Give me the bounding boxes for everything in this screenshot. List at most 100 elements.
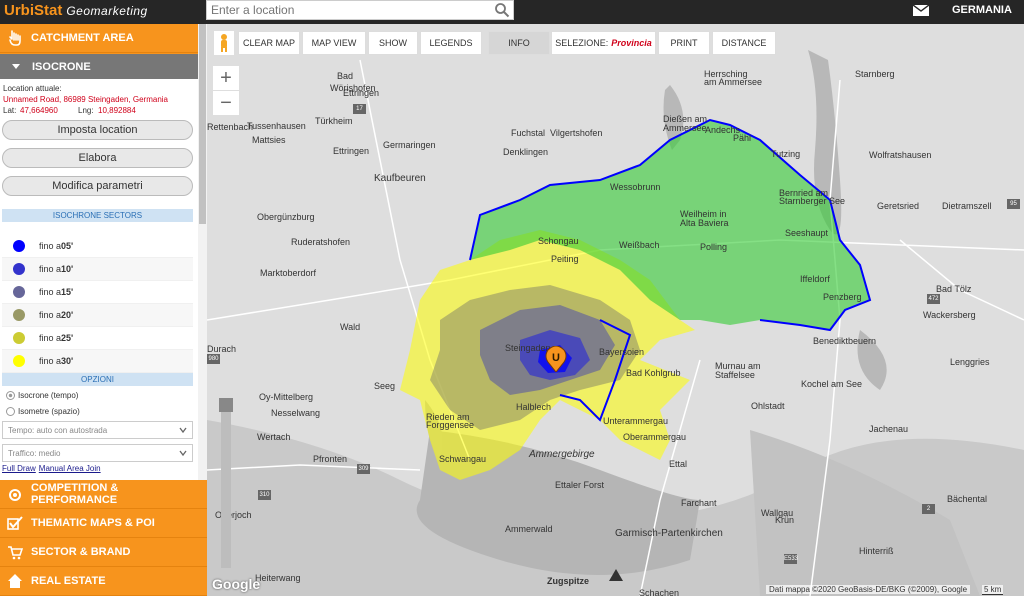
- traffico-select-value: Traffico: medio: [8, 448, 61, 458]
- place-label: Staffelsee: [715, 370, 755, 380]
- lng-label: Lng:: [78, 106, 94, 115]
- tempo-select-value: Tempo: auto con autostrada: [8, 425, 108, 435]
- mountain-peak-icon: [609, 569, 623, 581]
- radio-isometre[interactable]: Isometre (spazio): [6, 407, 80, 416]
- place-label: Krün: [775, 515, 795, 525]
- zoom-in-button[interactable]: +: [213, 66, 239, 90]
- options-title: OPZIONI: [2, 373, 193, 386]
- traffico-select[interactable]: Traffico: medio: [2, 444, 193, 462]
- place-label: Bad Kohlgrub: [626, 368, 681, 378]
- place-label: Halblech: [516, 402, 552, 412]
- radio-unselected-icon: [6, 407, 15, 416]
- place-label: Benediktbeuern: [813, 336, 877, 346]
- place-label: Steingaden: [505, 343, 551, 353]
- isocrone-section-header[interactable]: ISOCRONE: [0, 54, 207, 79]
- sector-time: 15': [61, 287, 74, 297]
- sector-time: 20': [61, 310, 74, 320]
- sector-time: 30': [61, 356, 74, 366]
- brand-logo: UrbiStat Geomarketing: [4, 2, 148, 19]
- map-canvas[interactable]: Bad Wörishofen Ettringen Türkheim Tussenhaus…: [207, 24, 1024, 596]
- sector-time: 10': [61, 264, 74, 274]
- elabora-button[interactable]: Elabora: [2, 148, 193, 168]
- manual-area-join-link[interactable]: Manual Area Join: [39, 464, 101, 473]
- map-attribution: Dati mappa ©2020 GeoBasis-DE/BKG (©2009)…: [766, 585, 971, 594]
- modifica-parametri-button[interactable]: Modifica parametri: [2, 176, 193, 196]
- map-view-button[interactable]: MAP VIEW: [302, 31, 366, 55]
- sector-row[interactable]: fino a 30': [2, 350, 193, 373]
- show-button[interactable]: SHOW: [368, 31, 418, 55]
- place-label: Kaufbeuren: [374, 173, 426, 184]
- road-shield: 310: [258, 490, 271, 500]
- sector-label: fino a: [39, 287, 62, 297]
- tempo-select[interactable]: Tempo: auto con autostrada: [2, 421, 193, 439]
- mail-icon[interactable]: [913, 5, 929, 16]
- lng-value: 10,892884: [98, 106, 136, 115]
- chevron-down-icon: [179, 450, 187, 457]
- street-view-pegman-icon[interactable]: [214, 31, 234, 55]
- place-label: Pfronten: [313, 454, 348, 464]
- place-label: Ammerwald: [505, 524, 553, 534]
- sector-row[interactable]: fino a 10': [2, 258, 193, 281]
- caret-down-icon: [12, 64, 20, 69]
- brand-main: UrbiStat: [4, 2, 63, 19]
- country-label[interactable]: GERMANIA: [952, 4, 1012, 16]
- sector-row[interactable]: fino a 05': [2, 235, 193, 258]
- print-button[interactable]: PRINT: [658, 31, 710, 55]
- chevron-down-icon: [179, 427, 187, 434]
- sector-brand-menu[interactable]: SECTOR & BRAND: [0, 538, 207, 567]
- info-button[interactable]: INFO: [488, 31, 550, 55]
- place-label: Schongau: [538, 236, 579, 246]
- thematic-maps-menu[interactable]: THEMATIC MAPS & POI: [0, 509, 207, 538]
- radio-isocrone-label: Isocrone (tempo): [18, 391, 79, 400]
- place-label: Ettal: [669, 459, 688, 469]
- search-icon[interactable]: [494, 2, 510, 18]
- place-label: Seeshaupt: [785, 228, 829, 238]
- place-label: Ettaler Forst: [555, 480, 605, 490]
- place-label: Wald: [340, 322, 361, 332]
- sector-row[interactable]: fino a 20': [2, 304, 193, 327]
- place-label: Denklingen: [503, 147, 549, 157]
- place-label: Farchant: [681, 498, 717, 508]
- zoom-out-button[interactable]: −: [213, 91, 239, 115]
- zoom-slider[interactable]: [219, 398, 233, 568]
- place-label: Ohlstadt: [751, 401, 785, 411]
- place-label: Penzberg: [823, 292, 862, 302]
- catchment-area-menu[interactable]: CATCHMENT AREA: [0, 24, 207, 53]
- location-search-input[interactable]: [206, 0, 514, 20]
- road-shield: 472: [927, 294, 940, 304]
- zoom-slider-knob[interactable]: [219, 398, 233, 412]
- selezione-button[interactable]: SELEZIONE: Provincia: [551, 31, 656, 55]
- scrollbar-thumb[interactable]: [199, 24, 206, 224]
- location-marker-icon[interactable]: U: [545, 346, 567, 372]
- isochrone-sectors-title: ISOCHRONE SECTORS: [2, 209, 193, 222]
- place-label: Schachen: [639, 588, 680, 596]
- place-label: Unterammergau: [603, 416, 669, 426]
- radio-isocrone[interactable]: Isocrone (tempo): [6, 391, 78, 400]
- road-shield: 95: [1007, 199, 1020, 209]
- distance-button[interactable]: DISTANCE: [712, 31, 776, 55]
- place-label: Fuchstal: [511, 128, 546, 138]
- place-label: Ammergebirge: [529, 449, 595, 460]
- full-draw-link[interactable]: Full Draw: [2, 464, 36, 473]
- place-label: Tussenhausen: [247, 121, 306, 131]
- place-label: Türkheim: [315, 116, 353, 126]
- real-estate-menu[interactable]: REAL ESTATE: [0, 567, 207, 596]
- sector-label: fino a: [39, 264, 62, 274]
- sector-row[interactable]: fino a 25': [2, 327, 193, 350]
- legends-button[interactable]: LEGENDS: [420, 31, 482, 55]
- imposta-location-button[interactable]: Imposta location: [2, 120, 193, 140]
- sector-row[interactable]: fino a 15': [2, 281, 193, 304]
- location-value: Unnamed Road, 86989 Steingaden, Germania: [3, 95, 168, 104]
- place-label: Seeg: [374, 381, 396, 391]
- place-label: Nesselwang: [271, 408, 321, 418]
- place-label: Germaringen: [383, 140, 436, 150]
- competition-performance-menu[interactable]: COMPETITION & PERFORMANCE: [0, 480, 207, 509]
- place-label: Ruderatshofen: [291, 237, 351, 247]
- road-shield: 980: [207, 354, 220, 364]
- place-label: Oberammergau: [623, 432, 687, 442]
- clear-map-button[interactable]: CLEAR MAP: [238, 31, 300, 55]
- isocrone-label: ISOCRONE: [32, 60, 91, 73]
- sidebar-scrollbar[interactable]: [198, 24, 207, 480]
- brand-sub: Geomarketing: [66, 4, 148, 18]
- place-label: Obergünzburg: [257, 212, 315, 222]
